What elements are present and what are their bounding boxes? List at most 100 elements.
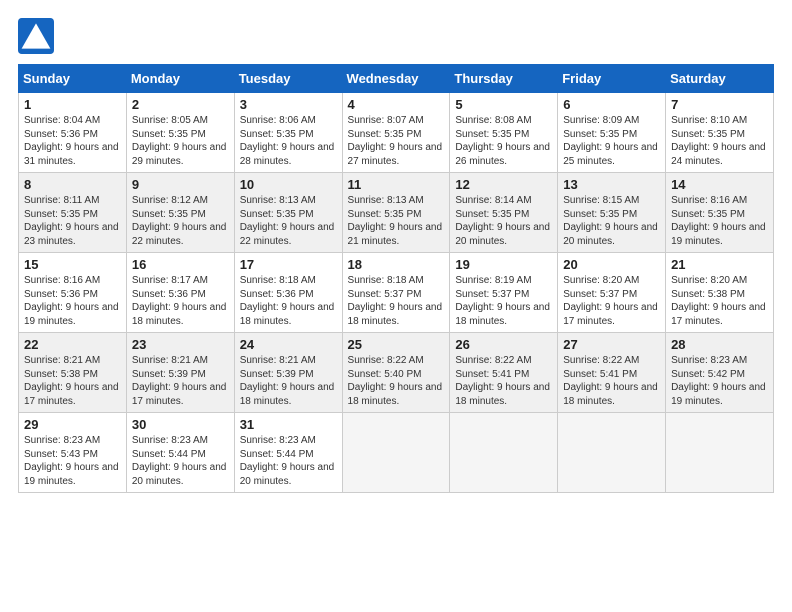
calendar-day-cell: 14 Sunrise: 8:16 AMSunset: 5:35 PMDayligh… [666,173,774,253]
day-number: 4 [348,97,445,112]
day-number: 14 [671,177,768,192]
day-number: 19 [455,257,552,272]
day-number: 30 [132,417,229,432]
day-info: Sunrise: 8:12 AMSunset: 5:35 PMDaylight:… [132,194,229,248]
day-number: 31 [240,417,337,432]
calendar-day-cell: 25 Sunrise: 8:22 AMSunset: 5:40 PMDayligh… [342,333,450,413]
weekday-header-saturday: Saturday [666,65,774,93]
calendar-day-cell: 15 Sunrise: 8:16 AMSunset: 5:36 PMDayligh… [19,253,127,333]
day-number: 27 [563,337,660,352]
calendar-week-row: 15 Sunrise: 8:16 AMSunset: 5:36 PMDayligh… [19,253,774,333]
calendar-day-cell: 2 Sunrise: 8:05 AMSunset: 5:35 PMDaylight… [126,93,234,173]
day-info: Sunrise: 8:16 AMSunset: 5:36 PMDaylight:… [24,274,121,328]
weekday-header-wednesday: Wednesday [342,65,450,93]
day-info: Sunrise: 8:09 AMSunset: 5:35 PMDaylight:… [563,114,660,168]
day-number: 18 [348,257,445,272]
calendar-day-cell: 30Sunrise: 8:23 AMSunset: 5:44 PMDayligh… [126,413,234,493]
day-info: Sunrise: 8:11 AMSunset: 5:35 PMDaylight:… [24,194,121,248]
day-number: 28 [671,337,768,352]
weekday-header-sunday: Sunday [19,65,127,93]
weekday-row: SundayMondayTuesdayWednesdayThursdayFrid… [19,65,774,93]
day-info: Sunrise: 8:20 AMSunset: 5:38 PMDaylight:… [671,274,768,328]
day-number: 12 [455,177,552,192]
day-number: 21 [671,257,768,272]
day-info: Sunrise: 8:13 AMSunset: 5:35 PMDaylight:… [240,194,337,248]
calendar-day-cell: 4 Sunrise: 8:07 AMSunset: 5:35 PMDaylight… [342,93,450,173]
calendar-day-cell: 1 Sunrise: 8:04 AMSunset: 5:36 PMDaylight… [19,93,127,173]
calendar-day-cell: 5Sunrise: 8:08 AMSunset: 5:35 PMDaylight… [450,93,558,173]
day-number: 5 [455,97,552,112]
calendar-day-cell: 31 Sunrise: 8:23 AMSunset: 5:44 PMDayligh… [234,413,342,493]
day-number: 15 [24,257,121,272]
day-number: 25 [348,337,445,352]
weekday-header-friday: Friday [558,65,666,93]
calendar-day-cell: 28 Sunrise: 8:23 AMSunset: 5:42 PMDayligh… [666,333,774,413]
page: SundayMondayTuesdayWednesdayThursdayFrid… [0,0,792,503]
calendar-day-cell: 10 Sunrise: 8:13 AMSunset: 5:35 PMDayligh… [234,173,342,253]
day-info: Sunrise: 8:22 AMSunset: 5:40 PMDaylight:… [348,354,445,408]
day-info: Sunrise: 8:13 AMSunset: 5:35 PMDaylight:… [348,194,445,248]
calendar-day-cell: 19 Sunrise: 8:19 AMSunset: 5:37 PMDayligh… [450,253,558,333]
logo [18,18,58,54]
calendar-day-cell: 16 Sunrise: 8:17 AMSunset: 5:36 PMDayligh… [126,253,234,333]
calendar-week-row: 1 Sunrise: 8:04 AMSunset: 5:36 PMDaylight… [19,93,774,173]
header [18,18,774,54]
calendar-day-cell: 6 Sunrise: 8:09 AMSunset: 5:35 PMDaylight… [558,93,666,173]
calendar-table: SundayMondayTuesdayWednesdayThursdayFrid… [18,64,774,493]
calendar-week-row: 29Sunrise: 8:23 AMSunset: 5:43 PMDayligh… [19,413,774,493]
day-number: 2 [132,97,229,112]
day-info: Sunrise: 8:05 AMSunset: 5:35 PMDaylight:… [132,114,229,168]
day-number: 11 [348,177,445,192]
calendar-day-cell: 21 Sunrise: 8:20 AMSunset: 5:38 PMDayligh… [666,253,774,333]
calendar-header: SundayMondayTuesdayWednesdayThursdayFrid… [19,65,774,93]
day-info: Sunrise: 8:19 AMSunset: 5:37 PMDaylight:… [455,274,552,328]
day-number: 6 [563,97,660,112]
calendar-day-cell: 29Sunrise: 8:23 AMSunset: 5:43 PMDayligh… [19,413,127,493]
calendar-day-cell: 23Sunrise: 8:21 AMSunset: 5:39 PMDayligh… [126,333,234,413]
day-number: 16 [132,257,229,272]
calendar-week-row: 22Sunrise: 8:21 AMSunset: 5:38 PMDayligh… [19,333,774,413]
calendar-week-row: 8Sunrise: 8:11 AMSunset: 5:35 PMDaylight… [19,173,774,253]
day-info: Sunrise: 8:21 AMSunset: 5:39 PMDaylight:… [240,354,337,408]
day-info: Sunrise: 8:23 AMSunset: 5:42 PMDaylight:… [671,354,768,408]
day-info: Sunrise: 8:10 AMSunset: 5:35 PMDaylight:… [671,114,768,168]
calendar-day-cell [342,413,450,493]
day-info: Sunrise: 8:07 AMSunset: 5:35 PMDaylight:… [348,114,445,168]
calendar-day-cell [450,413,558,493]
day-number: 24 [240,337,337,352]
day-number: 13 [563,177,660,192]
day-info: Sunrise: 8:17 AMSunset: 5:36 PMDaylight:… [132,274,229,328]
calendar-day-cell: 12 Sunrise: 8:14 AMSunset: 5:35 PMDayligh… [450,173,558,253]
calendar-day-cell [666,413,774,493]
weekday-header-thursday: Thursday [450,65,558,93]
day-info: Sunrise: 8:14 AMSunset: 5:35 PMDaylight:… [455,194,552,248]
day-number: 22 [24,337,121,352]
day-info: Sunrise: 8:04 AMSunset: 5:36 PMDaylight:… [24,114,121,168]
calendar-day-cell: 11 Sunrise: 8:13 AMSunset: 5:35 PMDayligh… [342,173,450,253]
calendar-day-cell: 13 Sunrise: 8:15 AMSunset: 5:35 PMDayligh… [558,173,666,253]
calendar-day-cell: 17Sunrise: 8:18 AMSunset: 5:36 PMDayligh… [234,253,342,333]
day-number: 10 [240,177,337,192]
day-number: 1 [24,97,121,112]
logo-icon [18,18,54,54]
calendar-day-cell: 26Sunrise: 8:22 AMSunset: 5:41 PMDayligh… [450,333,558,413]
day-number: 3 [240,97,337,112]
day-info: Sunrise: 8:15 AMSunset: 5:35 PMDaylight:… [563,194,660,248]
weekday-header-monday: Monday [126,65,234,93]
day-info: Sunrise: 8:21 AMSunset: 5:39 PMDaylight:… [132,354,229,408]
day-info: Sunrise: 8:16 AMSunset: 5:35 PMDaylight:… [671,194,768,248]
calendar-day-cell: 7Sunrise: 8:10 AMSunset: 5:35 PMDaylight… [666,93,774,173]
calendar-day-cell: 8Sunrise: 8:11 AMSunset: 5:35 PMDaylight… [19,173,127,253]
day-info: Sunrise: 8:23 AMSunset: 5:44 PMDaylight:… [240,434,337,488]
calendar-day-cell: 18Sunrise: 8:18 AMSunset: 5:37 PMDayligh… [342,253,450,333]
day-info: Sunrise: 8:22 AMSunset: 5:41 PMDaylight:… [455,354,552,408]
day-number: 29 [24,417,121,432]
calendar-day-cell: 22Sunrise: 8:21 AMSunset: 5:38 PMDayligh… [19,333,127,413]
day-number: 20 [563,257,660,272]
calendar-day-cell: 9Sunrise: 8:12 AMSunset: 5:35 PMDaylight… [126,173,234,253]
calendar-day-cell: 20Sunrise: 8:20 AMSunset: 5:37 PMDayligh… [558,253,666,333]
day-info: Sunrise: 8:06 AMSunset: 5:35 PMDaylight:… [240,114,337,168]
calendar-day-cell [558,413,666,493]
weekday-header-tuesday: Tuesday [234,65,342,93]
calendar-day-cell: 3 Sunrise: 8:06 AMSunset: 5:35 PMDaylight… [234,93,342,173]
